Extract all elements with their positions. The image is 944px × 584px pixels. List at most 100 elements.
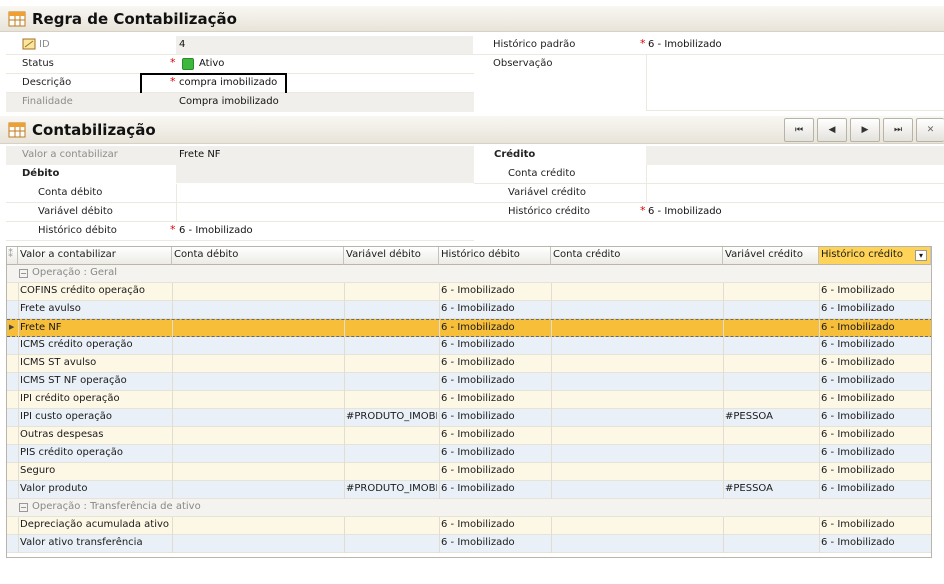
status-value[interactable]: Ativo — [199, 58, 224, 69]
historico-padrao-label: Histórico padrão — [493, 39, 576, 50]
table-row[interactable]: Seguro 6 - Imobilizado 6 - Imobilizado — [7, 463, 931, 481]
col-header-historico-debito[interactable]: Histórico débito — [439, 247, 551, 265]
table-cell[interactable]: Valor ativo transferência — [20, 537, 170, 548]
table-cell[interactable]: 6 - Imobilizado — [441, 429, 549, 440]
contabilizacao-grid[interactable]: ⁑ Valor a contabilizar Conta débito Vari… — [6, 246, 932, 558]
historico-credito-value[interactable]: 6 - Imobilizado — [648, 206, 722, 217]
table-cell[interactable]: 6 - Imobilizado — [821, 465, 929, 476]
table-cell[interactable]: 6 - Imobilizado — [821, 429, 929, 440]
table-cell[interactable]: 6 - Imobilizado — [821, 322, 929, 333]
table-row[interactable]: IPI custo operação #PRODUTO_IMOBI 6 - Imob… — [7, 409, 931, 427]
table-row[interactable]: Frete avulso 6 - Imobilizado 6 - Imobiliza… — [7, 301, 931, 319]
conta-debito-input[interactable] — [176, 184, 474, 203]
col-header-conta-credito[interactable]: Conta crédito — [551, 247, 723, 265]
variavel-debito-input[interactable] — [176, 203, 474, 222]
prev-record-button[interactable]: ◀ — [817, 118, 847, 142]
table-cell[interactable]: 6 - Imobilizado — [821, 303, 929, 314]
table-cell[interactable]: 6 - Imobilizado — [821, 537, 929, 548]
table-cell[interactable]: 6 - Imobilizado — [441, 357, 549, 368]
table-row[interactable]: COFINS crédito operação 6 - Imobilizado 6 … — [7, 283, 931, 301]
table-cell[interactable]: ICMS crédito operação — [20, 339, 170, 350]
last-record-button[interactable]: ⏭ — [883, 118, 913, 142]
table-cell[interactable]: 6 - Imobilizado — [821, 519, 929, 530]
col-header-variavel-debito[interactable]: Variável débito — [344, 247, 439, 265]
table-row[interactable]: Valor produto #PRODUTO_IMOBI 6 - Imobiliza… — [7, 481, 931, 499]
variavel-credito-label: Variável crédito — [508, 187, 586, 198]
column-divider — [551, 301, 552, 319]
table-cell[interactable]: 6 - Imobilizado — [441, 322, 549, 333]
table-row[interactable]: Valor ativo transferência 6 - Imobilizado… — [7, 535, 931, 553]
table-cell[interactable]: Frete NF — [20, 322, 170, 333]
finalidade-value[interactable]: Compra imobilizado — [179, 96, 279, 107]
table-cell[interactable]: #PESSOA — [725, 483, 817, 494]
table-row[interactable]: IPI crédito operação 6 - Imobilizado 6 - I… — [7, 391, 931, 409]
collapse-icon[interactable]: − — [19, 269, 28, 278]
next-record-button[interactable]: ▶ — [850, 118, 880, 142]
table-cell[interactable]: 6 - Imobilizado — [441, 465, 549, 476]
observacao-textarea[interactable] — [646, 55, 944, 111]
table-cell[interactable]: Seguro — [20, 465, 170, 476]
table-cell[interactable]: 6 - Imobilizado — [441, 285, 549, 296]
column-divider — [18, 517, 19, 535]
table-cell[interactable]: 6 - Imobilizado — [441, 447, 549, 458]
historico-debito-value[interactable]: 6 - Imobilizado — [179, 225, 253, 236]
table-cell[interactable]: 6 - Imobilizado — [441, 411, 549, 422]
descricao-input[interactable]: compra imobilizado — [179, 77, 277, 88]
table-row[interactable]: ICMS crédito operação 6 - Imobilizado 6 - … — [7, 337, 931, 355]
table-cell[interactable]: 6 - Imobilizado — [821, 339, 929, 350]
table-row[interactable]: Depreciação acumulada ativo t 6 - Imobili… — [7, 517, 931, 535]
table-cell[interactable]: IPI custo operação — [20, 411, 170, 422]
group-row-transferencia[interactable]: − Operação : Transferência de ativo — [7, 499, 931, 517]
table-cell[interactable]: 6 - Imobilizado — [441, 303, 549, 314]
close-icon[interactable]: ✕ — [916, 118, 944, 142]
column-divider — [18, 481, 19, 499]
table-cell[interactable]: IPI crédito operação — [20, 393, 170, 404]
col-header-conta-debito[interactable]: Conta débito — [172, 247, 344, 265]
valor-value[interactable]: Frete NF — [179, 149, 221, 160]
variavel-credito-input[interactable] — [646, 184, 944, 203]
table-cell[interactable]: 6 - Imobilizado — [441, 339, 549, 350]
col-header-historico-credito[interactable]: Histórico crédito ▾ — [819, 247, 931, 265]
table-row[interactable]: ICMS ST avulso 6 - Imobilizado 6 - Imobili… — [7, 355, 931, 373]
col-header-valor[interactable]: Valor a contabilizar — [18, 247, 172, 265]
table-cell[interactable]: Depreciação acumulada ativo t — [20, 519, 170, 530]
status-row — [6, 55, 474, 74]
table-cell[interactable]: 6 - Imobilizado — [441, 519, 549, 530]
table-cell[interactable]: 6 - Imobilizado — [821, 357, 929, 368]
table-cell[interactable]: 6 - Imobilizado — [441, 483, 549, 494]
group-row-geral[interactable]: − Operação : Geral — [7, 265, 931, 283]
table-cell[interactable]: 6 - Imobilizado — [821, 483, 929, 494]
col-header-variavel-credito[interactable]: Variável crédito — [723, 247, 819, 265]
chevron-down-icon[interactable]: ▾ — [915, 250, 927, 261]
table-cell[interactable]: #PRODUTO_IMOBI — [346, 411, 437, 422]
conta-credito-input[interactable] — [646, 165, 944, 184]
table-cell[interactable]: 6 - Imobilizado — [441, 375, 549, 386]
table-cell[interactable]: ICMS ST avulso — [20, 357, 170, 368]
table-cell[interactable]: 6 - Imobilizado — [821, 393, 929, 404]
table-cell[interactable]: PIS crédito operação — [20, 447, 170, 458]
column-divider — [344, 463, 345, 481]
table-cell[interactable]: COFINS crédito operação — [20, 285, 170, 296]
grid-corner: ⁑ — [7, 247, 18, 265]
first-record-button[interactable]: ⏮ — [784, 118, 814, 142]
table-cell[interactable]: Outras despesas — [20, 429, 170, 440]
historico-padrao-value[interactable]: 6 - Imobilizado — [648, 39, 722, 50]
table-cell[interactable]: ICMS ST NF operação — [20, 375, 170, 386]
table-cell[interactable]: Frete avulso — [20, 303, 170, 314]
table-row[interactable]: ICMS ST NF operação 6 - Imobilizado 6 - Im… — [7, 373, 931, 391]
table-row[interactable]: PIS crédito operação 6 - Imobilizado 6 - I… — [7, 445, 931, 463]
table-row[interactable]: ▶ Frete NF 6 - Imobilizado 6 - Imobilizado — [7, 319, 931, 338]
table-cell[interactable]: 6 - Imobilizado — [821, 447, 929, 458]
table-row[interactable]: Outras despesas 6 - Imobilizado 6 - Imobil… — [7, 427, 931, 445]
table-cell[interactable]: Valor produto — [20, 483, 170, 494]
table-cell[interactable]: 6 - Imobilizado — [441, 393, 549, 404]
collapse-icon[interactable]: − — [19, 503, 28, 512]
table-cell[interactable]: 6 - Imobilizado — [821, 375, 929, 386]
table-cell[interactable]: 6 - Imobilizado — [821, 411, 929, 422]
table-cell[interactable]: #PRODUTO_IMOBI — [346, 483, 437, 494]
table-cell[interactable]: #PESSOA — [725, 411, 817, 422]
table-cell[interactable]: 6 - Imobilizado — [821, 285, 929, 296]
table-cell[interactable]: 6 - Imobilizado — [441, 537, 549, 548]
credito-header: Crédito — [494, 149, 536, 160]
column-divider — [344, 517, 345, 535]
